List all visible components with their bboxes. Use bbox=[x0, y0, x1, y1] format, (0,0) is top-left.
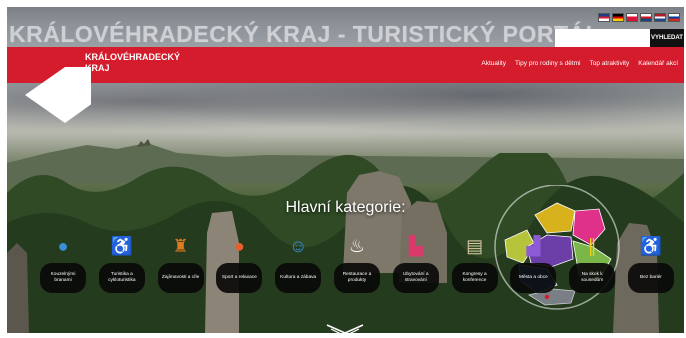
category-item[interactable]: ▙ Ubytování a stravování bbox=[392, 235, 440, 293]
main-categories-heading: Hlavní kategorie: bbox=[285, 199, 406, 216]
category-item[interactable]: ♿ Turistika a cykloturistika bbox=[98, 235, 146, 293]
category-item[interactable]: ♜ Zajímavosti a cíle bbox=[157, 235, 205, 293]
category-label[interactable]: Turistika a cykloturistika bbox=[98, 263, 145, 293]
castle-icon: ♜ bbox=[172, 236, 189, 256]
flag-de-icon[interactable] bbox=[612, 13, 624, 22]
flag-en-icon[interactable] bbox=[598, 13, 610, 22]
category-item[interactable]: ▟ Města a obce bbox=[509, 235, 557, 293]
flag-pl-icon[interactable] bbox=[626, 13, 638, 22]
hotel-icon: ▙ bbox=[408, 236, 423, 256]
menu-item-top-atraktivity[interactable]: Top atraktivity bbox=[590, 60, 630, 67]
city-icon: ▟ bbox=[526, 236, 541, 256]
category-item[interactable]: ☺ Kultura a zábava bbox=[274, 235, 322, 293]
category-label[interactable]: Restaurace a produkty bbox=[333, 263, 380, 293]
category-item[interactable]: ∥ Na skok k sousedům bbox=[568, 235, 616, 293]
category-label[interactable]: Bez bariér bbox=[627, 263, 674, 293]
category-label[interactable]: Kouzelnými branami bbox=[40, 263, 86, 293]
category-item[interactable]: ▤ Kongresy a konference bbox=[451, 235, 499, 293]
category-item[interactable]: ● Sport a relaxace bbox=[215, 235, 263, 293]
menu-item-tipy-pro-rodiny[interactable]: Tipy pro rodiny s dětmi bbox=[515, 60, 581, 67]
category-label[interactable]: Ubytování a stravování bbox=[392, 263, 439, 293]
flag-cz-icon[interactable] bbox=[640, 13, 652, 22]
category-label[interactable]: Kultura a zábava bbox=[275, 263, 322, 293]
main-menu: Aktuality Tipy pro rodiny s dětmi Top at… bbox=[481, 60, 678, 67]
category-label[interactable]: Na skok k sousedům bbox=[569, 263, 616, 293]
fence-icon: ∥ bbox=[587, 236, 597, 256]
wheelchair-icon: ♿ bbox=[639, 236, 663, 256]
category-label[interactable]: Sport a relaxace bbox=[216, 263, 263, 293]
browser-viewport: KRÁLOVÉHRADECKÝ KRAJ - TURISTICKÝ PORTÁL… bbox=[7, 7, 684, 333]
top-banner: KRÁLOVÉHRADECKÝ KRAJ - TURISTICKÝ PORTÁL… bbox=[7, 7, 684, 47]
globe-icon: ● bbox=[57, 236, 69, 256]
search-input[interactable] bbox=[555, 29, 650, 47]
menu-item-aktuality[interactable]: Aktuality bbox=[481, 60, 506, 67]
menu-item-kalendar-akci[interactable]: Kalendář akcí bbox=[638, 60, 678, 67]
category-list: ● Kouzelnými branami ♿ Turistika a cyklotu… bbox=[39, 235, 675, 293]
hero-section: Hlavní kategorie: bbox=[7, 83, 684, 333]
flag-ru-icon[interactable] bbox=[668, 13, 680, 22]
category-label[interactable]: Zajímavosti a cíle bbox=[157, 263, 204, 293]
category-item[interactable]: ● Kouzelnými branami bbox=[39, 235, 87, 293]
site-logo[interactable]: KRÁLOVÉHRADECKÝ KRAJ bbox=[85, 52, 195, 74]
region-logo-mark bbox=[25, 67, 91, 123]
category-label[interactable]: Kongresy a konference bbox=[451, 263, 498, 293]
category-item[interactable]: ♿ Bez bariér bbox=[627, 235, 675, 293]
portal-banner-title: KRÁLOVÉHRADECKÝ KRAJ - TURISTICKÝ PORTÁL bbox=[9, 21, 601, 47]
masks-icon: ☺ bbox=[288, 236, 308, 256]
presentation-icon: ▤ bbox=[466, 236, 484, 256]
scroll-down-chevron-icon[interactable] bbox=[325, 323, 365, 333]
flag-nl-icon[interactable] bbox=[654, 13, 666, 22]
logo-line-1: KRÁLOVÉHRADECKÝ bbox=[85, 52, 181, 62]
search-button[interactable]: VYHLEDAT bbox=[650, 29, 684, 47]
language-switcher bbox=[598, 13, 680, 22]
category-item[interactable]: ♨ Restaurace a produkty bbox=[333, 235, 381, 293]
chef-hat-icon: ♨ bbox=[348, 236, 366, 256]
bicycle-icon: ♿ bbox=[110, 236, 133, 256]
ball-icon: ● bbox=[233, 236, 245, 256]
category-label[interactable]: Města a obce bbox=[510, 263, 557, 293]
logo-line-2: KRAJ bbox=[85, 63, 110, 73]
region-location-marker bbox=[544, 294, 550, 300]
